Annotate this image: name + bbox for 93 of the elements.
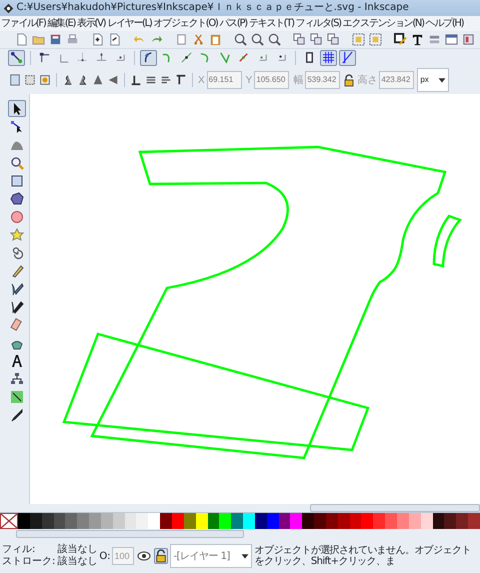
connector-icon[interactable] <box>8 388 26 405</box>
color-swatch[interactable] <box>136 513 148 529</box>
color-swatch[interactable] <box>373 513 386 529</box>
color-swatch[interactable] <box>124 513 136 529</box>
color-swatch[interactable] <box>196 513 208 529</box>
menu-item[interactable]: 表示(V) <box>77 16 106 31</box>
menu-item[interactable]: テキスト(T) <box>248 16 294 31</box>
save-icon[interactable] <box>48 32 63 47</box>
ellipse-icon[interactable] <box>8 208 26 225</box>
color-swatch[interactable] <box>326 513 338 529</box>
text-icon[interactable] <box>410 32 425 47</box>
color-swatch[interactable] <box>243 513 255 529</box>
lock-icon[interactable] <box>154 548 168 564</box>
arrow-cursor-icon[interactable] <box>8 100 26 117</box>
color-swatch[interactable] <box>338 513 350 529</box>
guides-icon[interactable] <box>339 50 356 66</box>
group-icon[interactable] <box>368 32 383 47</box>
color-swatch[interactable] <box>408 513 421 529</box>
color-swatch[interactable] <box>278 513 290 529</box>
color-swatch[interactable] <box>30 513 42 529</box>
group-icon[interactable] <box>351 32 366 47</box>
snap-nodes-icon[interactable] <box>140 50 157 66</box>
duplicate-icon[interactable] <box>292 32 307 47</box>
lock-icon[interactable] <box>343 72 356 88</box>
color-swatch[interactable] <box>54 513 66 529</box>
color-swatch[interactable] <box>160 513 172 529</box>
window-icon[interactable] <box>444 32 459 47</box>
menu-item[interactable]: ファイル(F) <box>1 16 46 31</box>
color-swatch[interactable] <box>65 513 78 529</box>
color-swatch[interactable] <box>397 513 409 529</box>
menu-item[interactable]: レイヤー(L) <box>107 16 152 31</box>
star-icon[interactable] <box>8 226 26 243</box>
color-swatch[interactable] <box>184 513 196 529</box>
duplicate-icon[interactable] <box>326 32 341 47</box>
color-swatch[interactable] <box>42 513 54 529</box>
status-message: オブジェクトが選択されていません。オブジェクトをクリック、Shift+クリック、ま <box>254 545 472 567</box>
window-title: C:¥Users¥hakudoh¥Pictures¥Inkscape¥Ｉｎｋｓｃａｐｅチューと.svg - Inkscape <box>16 1 409 15</box>
diagram-icon[interactable] <box>8 370 26 387</box>
app-logo-icon <box>3 2 14 14</box>
opacity-label: O: <box>99 550 110 564</box>
menu-item[interactable]: フィルタ(S) <box>296 16 341 31</box>
color-swatch[interactable] <box>231 513 244 529</box>
menu-item[interactable]: 編集(E) <box>47 16 76 31</box>
field-label: 幅 <box>293 74 304 88</box>
menu-item[interactable]: ヘルプ(H) <box>426 16 464 31</box>
eye-icon[interactable] <box>136 549 152 563</box>
color-swatch[interactable] <box>385 513 397 529</box>
zoom-icon[interactable] <box>233 32 248 47</box>
color-swatch[interactable] <box>468 513 480 529</box>
scrollbar-thumb[interactable] <box>16 530 244 538</box>
color-swatch[interactable] <box>112 513 125 529</box>
color-swatch[interactable] <box>89 513 101 529</box>
color-swatch[interactable] <box>302 513 314 529</box>
color-swatch[interactable] <box>361 513 374 529</box>
color-swatch[interactable] <box>444 513 456 529</box>
zoom-icon[interactable] <box>267 32 282 47</box>
color-swatch[interactable] <box>432 513 444 529</box>
menu-item[interactable]: パス(P) <box>220 16 247 31</box>
color-swatch[interactable] <box>290 513 302 529</box>
grid-icon[interactable] <box>320 50 337 66</box>
fill-label: フィル: <box>2 544 36 556</box>
color-swatch[interactable] <box>208 513 220 529</box>
color-swatch[interactable] <box>100 513 113 529</box>
menu-item[interactable]: エクステンション(N) <box>342 16 424 31</box>
clipboard-icon[interactable] <box>208 32 223 47</box>
snap-toggle-icon[interactable] <box>8 50 25 66</box>
field-label: Y <box>246 74 252 88</box>
color-swatch[interactable] <box>314 513 326 529</box>
layer-dropdown[interactable]: -[レイヤー 1] <box>170 544 252 568</box>
align-icon[interactable] <box>461 32 476 47</box>
color-swatch[interactable] <box>456 513 468 529</box>
color-swatch[interactable] <box>148 513 160 529</box>
no-paint-swatch[interactable] <box>0 513 18 529</box>
field-label: 高さ <box>357 74 378 88</box>
color-swatch[interactable] <box>219 513 232 529</box>
color-swatch[interactable] <box>77 513 90 529</box>
color-swatch[interactable] <box>254 513 267 529</box>
field-label: X <box>198 74 205 88</box>
color-swatch[interactable] <box>350 513 362 529</box>
color-swatch[interactable] <box>172 513 184 529</box>
color-swatch[interactable] <box>420 513 433 529</box>
stroke-value: 該当なし <box>57 556 98 568</box>
box-3d-icon[interactable] <box>8 190 26 207</box>
zoom-icon[interactable] <box>250 32 265 47</box>
color-swatch[interactable] <box>266 513 279 529</box>
sleeve-outline <box>432 214 462 268</box>
fill-stroke-icon[interactable] <box>393 32 408 47</box>
scrollbar-thumb[interactable] <box>310 504 480 512</box>
stroke-label: ストローク: <box>2 556 56 568</box>
color-swatch[interactable] <box>18 513 30 529</box>
menu-item[interactable]: オブジェクト(O) <box>154 16 218 31</box>
duplicate-icon[interactable] <box>309 32 324 47</box>
fill-value: 該当なし <box>57 544 98 556</box>
